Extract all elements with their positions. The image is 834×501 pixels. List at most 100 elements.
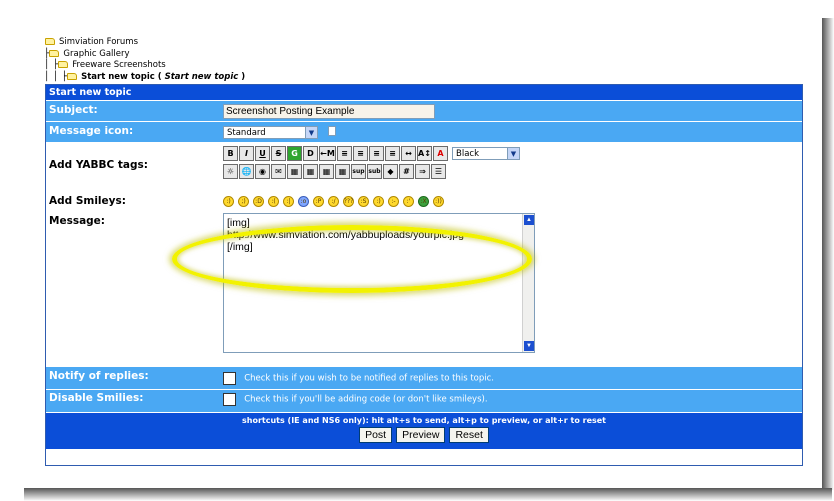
smiley-icon[interactable]: :- [388, 196, 399, 207]
smiley-icon[interactable]: :P [313, 196, 324, 207]
breadcrumb-link-gallery[interactable]: Graphic Gallery [63, 49, 129, 61]
notify-cell: Check this if you wish to be notified of… [219, 367, 802, 389]
breadcrumb-paren: ( Start new topic ) [154, 71, 246, 82]
email-button[interactable]: ✉ [271, 164, 286, 179]
message-cell: [img] http://www.simviation.com/yabbuplo… [219, 212, 802, 366]
disable-smilies-checkbox[interactable] [223, 393, 236, 406]
preview-button[interactable]: Preview [396, 427, 446, 443]
smiley-icon[interactable]: :) [373, 196, 384, 207]
breadcrumb-paren-label: Start new topic [164, 71, 239, 82]
smiley-icon[interactable]: ;) [238, 196, 249, 207]
toolbar-row-2: ☼ 🌐 ◉ ✉ ▦ ▦ ▦ ▦ sup sub ◆ # ⇒ ☰ [223, 164, 798, 179]
smiley-icon[interactable]: :D [253, 196, 264, 207]
message-row: Message: [img] http://www.simviation.com… [46, 211, 802, 366]
notify-checkbox[interactable] [223, 372, 236, 385]
table-column-button[interactable]: ▦ [335, 164, 350, 179]
smiley-icon[interactable]: :( [268, 196, 279, 207]
pre-button[interactable]: ≡ [337, 146, 352, 161]
superscript-button[interactable]: sup [351, 164, 366, 179]
reset-button[interactable]: Reset [449, 427, 489, 443]
frame-shadow-bottom [24, 488, 832, 501]
color-select[interactable]: Black ▼ [452, 147, 520, 160]
breadcrumb-item[interactable]: ├ Graphic Gallery [44, 49, 245, 61]
align-right-button[interactable]: ≡ [385, 146, 400, 161]
smiley-icon[interactable]: :S [358, 196, 369, 207]
list-button[interactable]: ☰ [431, 164, 446, 179]
breadcrumb-link-forums[interactable]: Simviation Forums [59, 37, 138, 49]
new-topic-form: Start new topic Subject: Message icon: S… [45, 84, 803, 466]
message-line: [/img] [227, 241, 253, 253]
notify-row: Notify of replies: Check this if you wis… [46, 366, 802, 389]
folder-icon [67, 72, 78, 80]
subject-input[interactable] [223, 104, 435, 119]
folder-icon [45, 38, 55, 46]
message-label: Message: [49, 215, 105, 227]
hr-button[interactable]: ↔ [401, 146, 416, 161]
image-button[interactable]: ▦ [287, 164, 302, 179]
smiley-icon[interactable]: :)) [433, 196, 444, 207]
url-button[interactable]: 🌐 [239, 164, 254, 179]
breadcrumb-link-screenshots[interactable]: Freeware Screenshots [72, 60, 165, 72]
italic-button[interactable]: I [239, 146, 254, 161]
message-icon-value: Standard [227, 127, 266, 138]
bold-button[interactable]: B [223, 146, 238, 161]
form-title: Start new topic [46, 85, 802, 100]
scroll-down-icon[interactable]: ▼ [524, 341, 534, 351]
smiley-icon[interactable]: :) [223, 196, 234, 207]
subject-row: Subject: [46, 100, 802, 121]
tags-label: Add YABBC tags: [49, 159, 148, 171]
message-icon-preview-icon [328, 125, 337, 136]
font-size-button[interactable]: A↕ [417, 146, 432, 161]
subject-label: Subject: [49, 104, 98, 116]
smiley-icon[interactable]: :X [418, 196, 429, 207]
align-left-button[interactable]: ≡ [353, 146, 368, 161]
breadcrumb-current: │ │ ├ Start new topic ( Start new topic … [44, 72, 245, 84]
smiley-icon[interactable]: :' [403, 196, 414, 207]
align-center-button[interactable]: ≡ [369, 146, 384, 161]
table-button[interactable]: ▦ [303, 164, 318, 179]
breadcrumb: Simviation Forums ├ Graphic Gallery │ ├ … [44, 37, 245, 83]
tree-connector: │ ├ [44, 60, 58, 70]
form-buttons: Post Preview Reset [46, 427, 802, 443]
ftp-button[interactable]: ◉ [255, 164, 270, 179]
table-row-button[interactable]: ▦ [319, 164, 334, 179]
code-button[interactable]: # [399, 164, 414, 179]
chevron-down-icon[interactable]: ▼ [507, 148, 519, 159]
icon-label: Message icon: [49, 125, 134, 137]
icon-cell: Standard ▼ [219, 122, 802, 142]
underline-button[interactable]: U [255, 146, 270, 161]
message-line: http://www.simviation.com/yabbuploads/yo… [227, 229, 464, 241]
smileys-cell: :) ;) :D :( :| :o :P :/ ??? :S :) :- :' … [219, 192, 802, 211]
breadcrumb-item[interactable]: Simviation Forums [44, 37, 245, 49]
flash-button[interactable]: ☼ [223, 164, 238, 179]
breadcrumb-current-label: Start new topic [81, 71, 155, 82]
smiley-icon[interactable]: :/ [328, 196, 339, 207]
smiley-strip: :) ;) :D :( :| :o :P :/ ??? :S :) :- :' … [223, 194, 798, 207]
disable-smilies-row: Disable Smilies: Check this if you'll be… [46, 389, 802, 412]
move-button[interactable]: ←M [319, 146, 336, 161]
icon-row: Message icon: Standard ▼ [46, 121, 802, 142]
teletype-button[interactable]: ◆ [383, 164, 398, 179]
message-icon-select[interactable]: Standard ▼ [223, 126, 318, 139]
font-color-button[interactable]: A [433, 146, 448, 161]
shadow-button[interactable]: D [303, 146, 318, 161]
smiley-icon[interactable]: :| [283, 196, 294, 207]
form-footer: shortcuts (IE and NS6 only): hit alt+s t… [46, 412, 802, 449]
message-textarea[interactable]: [img] http://www.simviation.com/yabbuplo… [223, 213, 535, 353]
post-button[interactable]: Post [359, 427, 393, 443]
smileys-label: Add Smileys: [49, 195, 126, 207]
breadcrumb-item[interactable]: │ ├ Freeware Screenshots [44, 60, 245, 72]
scroll-up-icon[interactable]: ▲ [524, 215, 534, 225]
strike-button[interactable]: S [271, 146, 286, 161]
quote-button[interactable]: ⇒ [415, 164, 430, 179]
message-scrollbar[interactable]: ▲ ▼ [522, 214, 534, 352]
smiley-icon[interactable]: :o [298, 196, 309, 207]
tree-connector: ├ [44, 48, 50, 59]
subject-cell [219, 101, 802, 121]
folder-icon [58, 61, 69, 69]
disable-smilies-label: Disable Smilies: [49, 392, 144, 404]
glow-button[interactable]: G [287, 146, 302, 161]
chevron-down-icon[interactable]: ▼ [305, 127, 317, 138]
smiley-icon[interactable]: ??? [343, 196, 354, 207]
subscript-button[interactable]: sub [367, 164, 382, 179]
